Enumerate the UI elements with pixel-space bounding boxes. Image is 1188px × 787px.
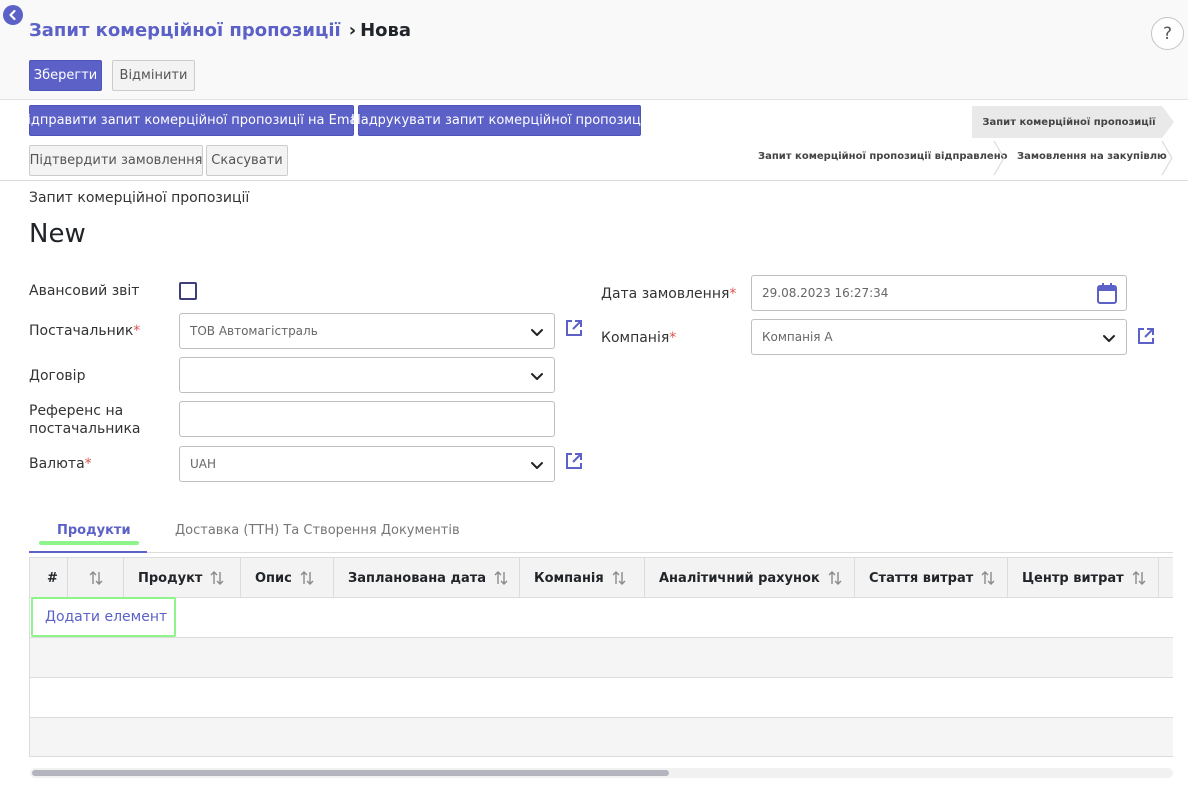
horizontal-scrollbar-thumb[interactable] <box>32 770 669 776</box>
column-header-cost-center[interactable]: Центр витрат <box>1008 558 1159 598</box>
external-link-icon[interactable] <box>1136 326 1156 346</box>
column-header-sort[interactable] <box>68 558 124 598</box>
stage-separator-icon <box>993 141 1005 175</box>
currency-value: UAH <box>190 457 217 471</box>
tab-products[interactable]: Продукти <box>57 523 131 538</box>
breadcrumb: Запит комерційної пропозиції › Нова <box>29 20 411 41</box>
column-header-description[interactable]: Опис <box>241 558 334 598</box>
sort-icon <box>494 571 508 585</box>
sort-icon <box>828 571 842 585</box>
sort-icon <box>300 571 314 585</box>
help-button[interactable]: ? <box>1151 17 1184 50</box>
sort-icon <box>210 571 224 585</box>
document-name: New <box>29 219 86 249</box>
column-header-planned-date[interactable]: Запланована дата <box>334 558 520 598</box>
statusbar: Відправити запит комерційної пропозиції … <box>0 100 1188 181</box>
sort-icon <box>89 571 102 585</box>
column-header-expense-item[interactable]: Стаття витрат <box>855 558 1008 598</box>
stage-rfq-sent[interactable]: Запит комерційної пропозиції відправлено <box>758 151 1008 162</box>
print-button[interactable]: Надрукувати запит комерційної пропозиції <box>351 105 648 136</box>
chevron-down-icon <box>531 462 543 469</box>
company-value: Компанія А <box>762 330 833 344</box>
sort-icon <box>981 571 995 585</box>
chevron-down-icon <box>531 329 543 336</box>
currency-select[interactable]: UAH <box>179 446 555 482</box>
chevron-down-icon <box>531 373 543 380</box>
stage-active-arrow <box>1162 106 1174 138</box>
contract-label: Договір <box>29 368 86 384</box>
tab-delivery[interactable]: Доставка (ТТН) Та Створення Документів <box>175 523 460 538</box>
breadcrumb-current: Нова <box>360 20 412 41</box>
order-lines-table: # Продукт Опис Запланована дата Компанія… <box>29 557 1173 757</box>
discard-button[interactable]: Відмінити <box>112 60 195 91</box>
tab-active-highlight <box>39 541 139 545</box>
table-row <box>30 678 1173 718</box>
table-row <box>30 718 1173 756</box>
advance-report-checkbox[interactable] <box>179 282 197 300</box>
table-row <box>30 598 1173 638</box>
cancel-button[interactable]: Скасувати <box>206 145 288 176</box>
supplier-select[interactable]: ТОВ Автомагістраль <box>179 313 555 349</box>
order-date-label: Дата замовлення* <box>601 286 737 302</box>
document-type-label: Запит комерційної пропозиції <box>29 190 250 206</box>
order-date-input[interactable]: 29.08.2023 16:27:34 <box>751 275 1127 311</box>
stage-separator-icon <box>1161 141 1173 175</box>
table-header: # Продукт Опис Запланована дата Компанія… <box>30 558 1173 598</box>
add-line-button[interactable]: Додати елемент <box>31 597 176 637</box>
breadcrumb-parent-link[interactable]: Запит комерційної пропозиції <box>29 20 341 41</box>
column-header-analytic-account[interactable]: Аналітичний рахунок <box>645 558 855 598</box>
external-link-icon[interactable] <box>564 318 584 338</box>
tabs-divider <box>29 552 1173 553</box>
supplier-reference-input[interactable] <box>179 401 555 437</box>
breadcrumb-chevron-icon: › <box>348 20 357 41</box>
table-row <box>30 638 1173 678</box>
column-header-number[interactable]: # <box>30 558 68 598</box>
sort-icon <box>1132 571 1146 585</box>
chevron-down-icon <box>1103 335 1115 342</box>
contract-select[interactable] <box>179 357 555 393</box>
stage-rfq[interactable]: Запит комерційної пропозиції <box>972 106 1162 138</box>
supplier-value: ТОВ Автомагістраль <box>190 324 318 338</box>
order-date-value: 29.08.2023 16:27:34 <box>762 286 889 300</box>
save-button[interactable]: Зберегти <box>29 60 102 91</box>
currency-label: Валюта* <box>29 456 92 472</box>
calendar-icon[interactable] <box>1097 283 1117 304</box>
company-label: Компанія* <box>601 330 677 346</box>
stage-purchase-order[interactable]: Замовлення на закупівлю <box>1017 151 1167 162</box>
external-link-icon[interactable] <box>564 451 584 471</box>
column-header-company[interactable]: Компанія <box>520 558 645 598</box>
column-header-product[interactable]: Продукт <box>124 558 241 598</box>
back-arrow-icon[interactable] <box>3 5 23 25</box>
company-select[interactable]: Компанія А <box>751 319 1127 355</box>
tab-active-indicator <box>29 551 147 553</box>
send-email-button[interactable]: Відправити запит комерційної пропозиції … <box>18 105 365 136</box>
control-panel: Запит комерційної пропозиції › Нова ? Збер… <box>0 0 1188 100</box>
supplier-label: Постачальник* <box>29 323 141 339</box>
sort-icon <box>612 571 626 585</box>
advance-report-label: Авансовий звіт <box>29 283 140 299</box>
supplier-reference-label: Референс на постачальника <box>29 403 141 437</box>
confirm-order-button[interactable]: Підтвердити замовлення <box>29 145 203 176</box>
